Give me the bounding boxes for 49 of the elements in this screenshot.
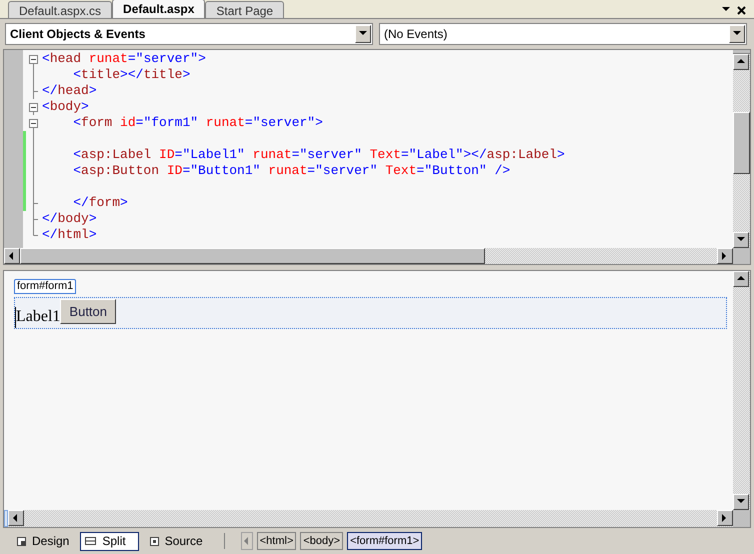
dropdown[interactable]: Client Objects & Events xyxy=(5,23,373,45)
dropdown-arrow-button[interactable] xyxy=(729,25,745,43)
horizontal-scrollbar[interactable] xyxy=(4,510,750,527)
split-view-icon xyxy=(85,537,96,545)
horizontal-scrollbar[interactable] xyxy=(4,248,750,264)
code-line: <form id="form1" runat="server"> xyxy=(72,115,323,131)
vertical-scrollbar[interactable] xyxy=(733,271,750,510)
breadcrumb-tag[interactable]: <form#form1> xyxy=(347,532,422,550)
code-line: </html> xyxy=(42,227,97,243)
scroll-right-button[interactable] xyxy=(717,510,733,526)
button-control[interactable]: Button xyxy=(60,299,116,324)
code-line: <title></title> xyxy=(72,67,190,83)
scroll-down-button[interactable] xyxy=(733,494,749,510)
form-tag-label[interactable]: form#form1 xyxy=(14,279,76,294)
scrollbar-corner xyxy=(733,248,750,264)
document-tab[interactable]: Start Page xyxy=(205,1,284,18)
scroll-thumb[interactable] xyxy=(733,112,750,174)
scrollbar-corner xyxy=(733,510,750,527)
document-tab[interactable]: Default.aspx xyxy=(112,0,206,18)
design-view-icon xyxy=(17,536,26,546)
scroll-thumb[interactable] xyxy=(20,248,485,264)
scroll-left-button[interactable] xyxy=(8,510,24,526)
source-view-icon xyxy=(150,536,159,546)
code-line: <body> xyxy=(42,99,89,115)
code-line: <asp:Label ID="Label1" runat="server" Text="Label"></asp:Label> xyxy=(72,147,565,163)
scroll-up-button[interactable] xyxy=(733,271,749,287)
code-line: <head runat="server"> xyxy=(42,51,206,67)
form-container[interactable]: Label1 Button xyxy=(14,297,727,329)
breadcrumb-tag[interactable]: <body> xyxy=(300,532,344,550)
view-tab[interactable]: Source xyxy=(144,532,208,550)
close-icon[interactable] xyxy=(737,6,746,14)
view-tab[interactable]: Split xyxy=(80,532,139,550)
dropdown-arrow-button[interactable] xyxy=(355,25,371,43)
dropdown-value: Client Objects & Events xyxy=(10,26,146,43)
scroll-right-button[interactable] xyxy=(717,248,733,264)
breadcrumb-tag[interactable]: <html> xyxy=(256,532,296,550)
code-line: <asp:Button ID="Button1" runat="server" Text="Button" /> xyxy=(72,163,510,179)
dropdown[interactable]: (No Events) xyxy=(379,23,747,45)
code-line: </form> xyxy=(72,195,128,211)
scroll-up-button[interactable] xyxy=(733,54,749,70)
code-line: </body> xyxy=(42,211,97,227)
code-line: </head> xyxy=(42,83,97,99)
scroll-down-button[interactable] xyxy=(733,232,749,248)
dropdown-value: (No Events) xyxy=(384,26,448,43)
view-tab[interactable]: Design xyxy=(12,532,74,550)
document-tab[interactable]: Default.aspx.cs xyxy=(8,1,112,18)
scroll-left-button[interactable] xyxy=(4,248,20,264)
breadcrumb-scroll-button[interactable] xyxy=(240,532,253,550)
vertical-scrollbar[interactable] xyxy=(733,50,750,248)
